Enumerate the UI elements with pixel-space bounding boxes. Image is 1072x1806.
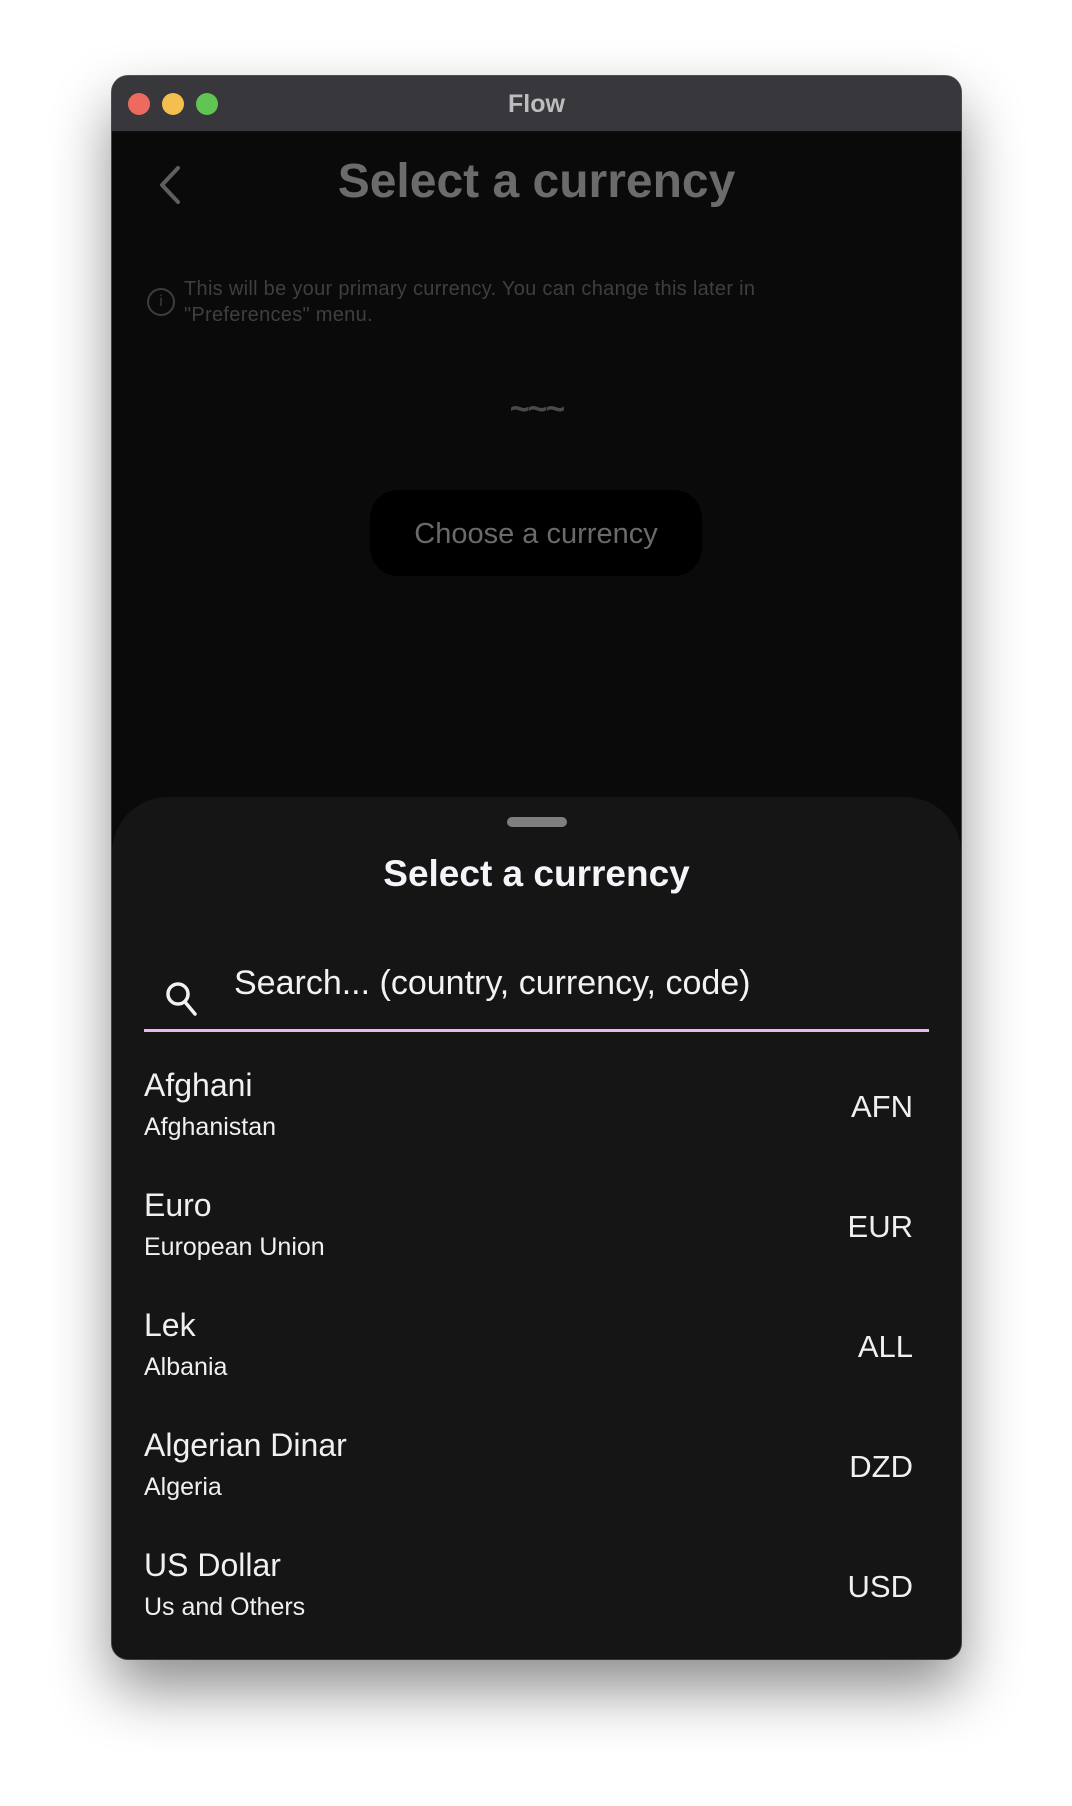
currency-item[interactable]: Algerian Dinar Algeria DZD — [112, 1407, 961, 1527]
choose-currency-button[interactable]: Choose a currency — [370, 490, 702, 576]
page-content: Select a currency i This will be your pr… — [112, 132, 961, 1659]
currency-name: Euro — [144, 1187, 212, 1223]
currency-item[interactable]: Afghani Afghanistan AFN — [112, 1047, 961, 1167]
currency-country: Us and Others — [144, 1593, 306, 1621]
currency-list: Afghani Afghanistan AFN Euro European Un… — [112, 1047, 961, 1647]
currency-name: Afghani — [144, 1067, 253, 1103]
currency-country: European Union — [144, 1233, 325, 1261]
title-bar: Flow — [112, 76, 961, 132]
currency-code: USD — [847, 1569, 913, 1604]
currency-name: Lek — [144, 1307, 196, 1343]
page-title: Select a currency — [337, 155, 736, 208]
currency-name: US Dollar — [144, 1547, 281, 1583]
info-text: This will be your primary currency. You … — [184, 278, 756, 326]
currency-country: Afghanistan — [144, 1113, 277, 1141]
currency-item[interactable]: US Dollar Us and Others USD — [112, 1527, 961, 1647]
currency-code: ALL — [857, 1329, 913, 1364]
search-input[interactable] — [232, 957, 916, 1009]
search-icon — [166, 982, 197, 1016]
app-window: Flow Select a currency i This will be yo… — [112, 76, 961, 1659]
window-title: Flow — [508, 90, 565, 118]
search-field — [144, 937, 929, 1032]
info-icon: i — [147, 288, 175, 316]
sheet-title: Select a currency — [383, 853, 690, 894]
currency-placeholder: ~~~ — [509, 390, 566, 428]
currency-country: Albania — [144, 1353, 228, 1381]
currency-country: Algeria — [144, 1473, 222, 1501]
currency-code: AFN — [851, 1089, 913, 1124]
currency-item[interactable]: Euro European Union EUR — [112, 1167, 961, 1287]
currency-bottom-sheet: Select a currency Afghani Afghanistan AF… — [112, 797, 961, 1659]
currency-item[interactable]: Lek Albania ALL — [112, 1287, 961, 1407]
drag-handle[interactable] — [507, 817, 567, 827]
currency-code: DZD — [849, 1449, 913, 1484]
currency-name: Algerian Dinar — [144, 1427, 347, 1463]
currency-code: EUR — [847, 1209, 913, 1244]
